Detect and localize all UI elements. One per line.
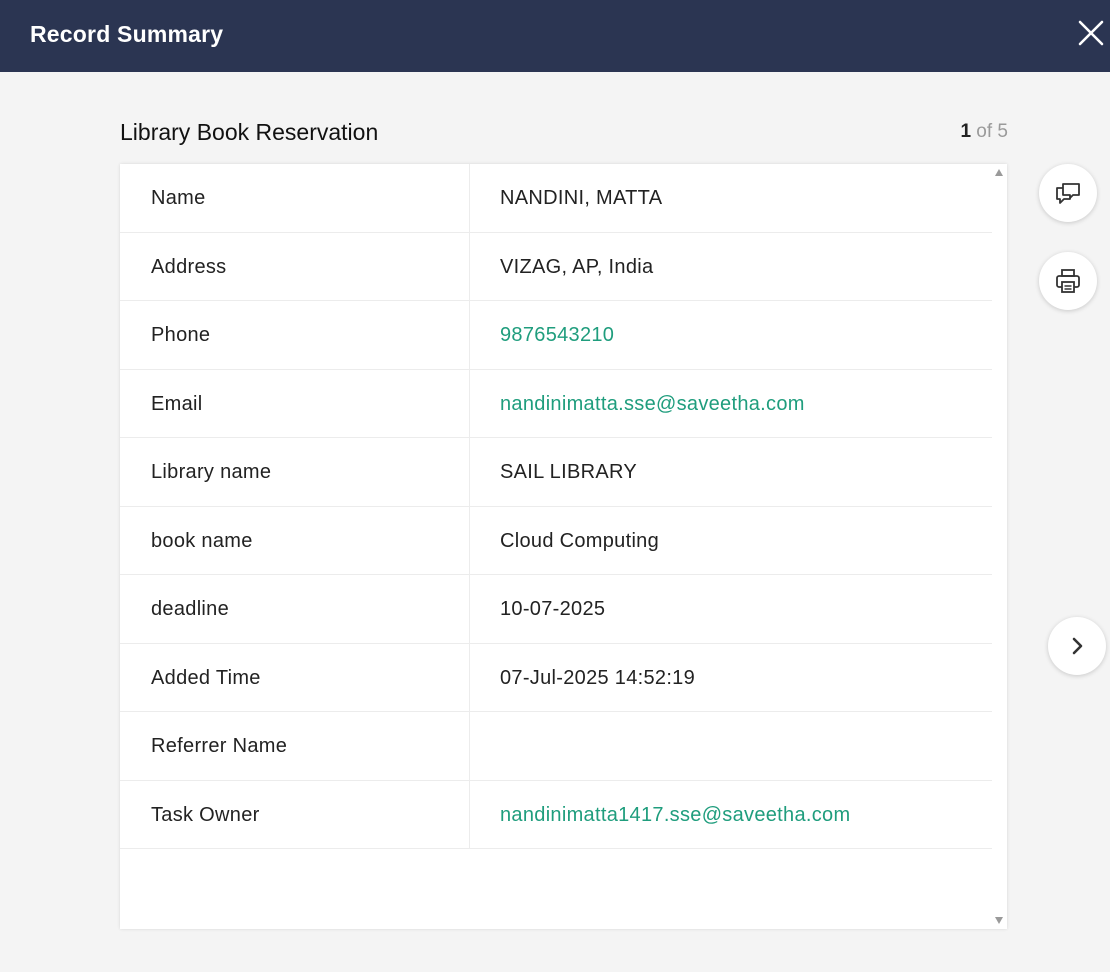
page-title: Record Summary: [30, 21, 224, 47]
field-value: NANDINI, MATTA: [500, 187, 663, 209]
field-row: Task Owner nandinimatta1417.sse@saveetha.…: [120, 780, 992, 849]
record-detail-card: Name NANDINI, MATTA Address VIZAG, AP, Indi…: [120, 164, 1007, 929]
column-divider: [469, 780, 470, 848]
column-divider: [469, 575, 470, 643]
chevron-right-icon: [1072, 637, 1083, 655]
field-label: Library name: [151, 461, 272, 483]
column-divider: [469, 712, 470, 780]
column-divider: [469, 164, 470, 232]
form-title: Library Book Reservation: [120, 119, 379, 145]
field-value-link[interactable]: nandinimatta1417.sse@saveetha.com: [500, 781, 850, 849]
pager-current: 1: [960, 121, 972, 142]
field-row: Email nandinimatta.sse@saveetha.com: [120, 369, 992, 438]
field-row: Name NANDINI, MATTA: [120, 164, 992, 233]
field-row: Library name SAIL LIBRARY: [120, 438, 992, 507]
field-value: 10-07-2025: [500, 598, 606, 620]
field-label: Referrer Name: [151, 735, 288, 757]
column-divider: [469, 301, 470, 369]
field-value: 07-Jul-2025 14:52:19: [500, 666, 696, 689]
field-value: VIZAG, AP, India: [500, 255, 654, 278]
field-row: Address VIZAG, AP, India: [120, 232, 992, 301]
close-button[interactable]: [1076, 18, 1106, 48]
comment-icon: [1056, 183, 1080, 204]
scroll-up-arrow-icon[interactable]: [995, 169, 1003, 176]
column-divider: [469, 643, 470, 711]
field-label: Address: [151, 255, 227, 278]
print-button[interactable]: [1039, 252, 1097, 310]
field-label: Task Owner: [151, 803, 260, 826]
record-pager: 1 of 5: [960, 121, 1008, 143]
column-divider: [469, 438, 470, 506]
field-label: Phone: [151, 324, 211, 346]
field-label: Added Time: [151, 666, 261, 689]
field-row: Referrer Name: [120, 712, 992, 781]
field-list: Name NANDINI, MATTA Address VIZAG, AP, Indi…: [120, 164, 992, 849]
column-divider: [469, 369, 470, 437]
field-row: book name Cloud Computing: [120, 506, 992, 575]
header-bar: Record Summary: [0, 0, 1110, 72]
scroll-down-arrow-icon[interactable]: [995, 917, 1003, 924]
print-icon: [1056, 269, 1080, 293]
column-divider: [469, 506, 470, 574]
comment-button[interactable]: [1039, 164, 1097, 222]
field-label: Name: [151, 187, 206, 209]
field-value-link[interactable]: 9876543210: [500, 301, 614, 369]
column-divider: [469, 232, 470, 300]
field-value: SAIL LIBRARY: [500, 461, 637, 483]
field-value: Cloud Computing: [500, 529, 660, 552]
field-label: Email: [151, 392, 203, 415]
pager-total: of 5: [976, 121, 1008, 142]
field-label: deadline: [151, 598, 230, 620]
close-icon: [1078, 20, 1104, 46]
scrollbar[interactable]: [992, 164, 1007, 929]
field-row: Phone 9876543210: [120, 301, 992, 370]
field-row: Added Time 07-Jul-2025 14:52:19: [120, 643, 992, 712]
field-row: deadline 10-07-2025: [120, 575, 992, 644]
field-value-link[interactable]: nandinimatta.sse@saveetha.com: [500, 370, 805, 438]
next-record-button[interactable]: [1048, 617, 1106, 675]
field-label: book name: [151, 529, 253, 552]
